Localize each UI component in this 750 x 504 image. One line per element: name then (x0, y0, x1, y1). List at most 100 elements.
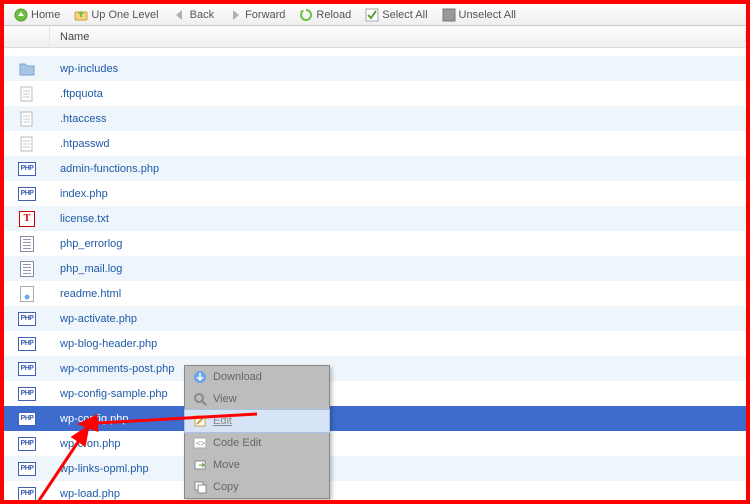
php-icon: PHP (4, 462, 50, 476)
file-name: wp-links-opml.php (50, 463, 746, 475)
ctx-code-edit-label: Code Edit (213, 437, 261, 449)
ctx-view[interactable]: View (185, 388, 329, 410)
file-name: .htpasswd (50, 138, 746, 150)
ctx-edit[interactable]: Edit (185, 410, 329, 432)
reload-button[interactable]: Reload (293, 6, 357, 24)
ctx-code-edit[interactable]: <> Code Edit (185, 432, 329, 454)
home-icon (14, 8, 28, 22)
php-icon: PHP (4, 162, 50, 176)
list-item[interactable]: PHPwp-config.php (4, 406, 746, 431)
select-all-button[interactable]: Select All (359, 6, 433, 24)
php-icon: PHP (4, 487, 50, 501)
forward-icon (228, 8, 242, 22)
ctx-move[interactable]: Move (185, 454, 329, 476)
home-label: Home (31, 9, 60, 21)
file-name: index.php (50, 188, 746, 200)
toolbar: Home Up One Level Back Forward Reload Se… (4, 4, 746, 26)
back-icon (173, 8, 187, 22)
folder-icon (4, 61, 50, 77)
checkbox-empty-icon (442, 8, 456, 22)
ctx-download[interactable]: Download (185, 366, 329, 388)
list-item[interactable]: PHPwp-activate.php (4, 306, 746, 331)
edit-icon (193, 414, 207, 428)
forward-button[interactable]: Forward (222, 6, 291, 24)
file-name: .ftpquota (50, 88, 746, 100)
ctx-download-label: Download (213, 371, 262, 383)
file-listing: wp-includes.ftpquota.htaccess.htpasswdPH… (4, 48, 746, 504)
column-header-name[interactable]: Name (50, 31, 746, 43)
php-icon: PHP (4, 337, 50, 351)
list-item[interactable]: php_mail.log (4, 256, 746, 281)
ctx-move-label: Move (213, 459, 240, 471)
ctx-copy[interactable]: Copy (185, 476, 329, 498)
list-item[interactable]: wp-includes (4, 56, 746, 81)
home-button[interactable]: Home (8, 6, 66, 24)
list-item[interactable]: PHPwp-blog-header.php (4, 331, 746, 356)
file-name: admin-functions.php (50, 163, 746, 175)
file-name: php_errorlog (50, 238, 746, 250)
list-item[interactable]: PHPwp-comments-post.php (4, 356, 746, 381)
checkbox-checked-icon (365, 8, 379, 22)
forward-label: Forward (245, 9, 285, 21)
file-icon (4, 136, 50, 152)
log-icon (4, 261, 50, 277)
php-icon: PHP (4, 187, 50, 201)
file-name: wp-config-sample.php (50, 388, 746, 400)
list-item[interactable]: PHPwp-links-opml.php (4, 456, 746, 481)
list-item[interactable]: php_errorlog (4, 231, 746, 256)
unselect-all-button[interactable]: Unselect All (436, 6, 522, 24)
php-icon: PHP (4, 412, 50, 426)
php-icon: PHP (4, 312, 50, 326)
file-name: license.txt (50, 213, 746, 225)
file-name: wp-cron.php (50, 438, 746, 450)
php-icon: PHP (4, 437, 50, 451)
list-item[interactable]: PHPwp-load.php (4, 481, 746, 504)
up-label: Up One Level (91, 9, 158, 21)
file-name: wp-config.php (50, 413, 746, 425)
reload-label: Reload (316, 9, 351, 21)
context-menu: Download View Edit <> Code Edit Move Cop… (184, 365, 330, 499)
file-name: wp-load.php (50, 488, 746, 500)
ctx-copy-label: Copy (213, 481, 239, 493)
list-item[interactable]: PHPwp-config-sample.php (4, 381, 746, 406)
file-icon (4, 111, 50, 127)
list-item[interactable]: .htaccess (4, 106, 746, 131)
file-name: wp-blog-header.php (50, 338, 746, 350)
svg-text:<>: <> (196, 439, 206, 448)
folder-up-icon (74, 8, 88, 22)
column-header-row: Name (4, 26, 746, 48)
back-label: Back (190, 9, 214, 21)
back-button[interactable]: Back (167, 6, 220, 24)
file-name: readme.html (50, 288, 746, 300)
reload-icon (299, 8, 313, 22)
list-item[interactable]: .ftpquota (4, 81, 746, 106)
up-button[interactable]: Up One Level (68, 6, 164, 24)
ctx-view-label: View (213, 393, 237, 405)
list-item[interactable] (4, 48, 746, 56)
txt-icon: T (4, 211, 50, 227)
unselect-all-label: Unselect All (459, 9, 516, 21)
ctx-edit-label: Edit (213, 415, 232, 427)
move-icon (193, 458, 207, 472)
file-icon (4, 86, 50, 102)
log-icon (4, 236, 50, 252)
file-name: wp-activate.php (50, 313, 746, 325)
code-edit-icon: <> (193, 436, 207, 450)
php-icon: PHP (4, 362, 50, 376)
select-all-label: Select All (382, 9, 427, 21)
list-item[interactable]: Tlicense.txt (4, 206, 746, 231)
file-name: wp-includes (50, 63, 746, 75)
list-item[interactable]: PHPindex.php (4, 181, 746, 206)
column-header-icon[interactable] (4, 26, 50, 47)
file-name: .htaccess (50, 113, 746, 125)
view-icon (193, 392, 207, 406)
download-icon (193, 370, 207, 384)
file-name: wp-comments-post.php (50, 363, 746, 375)
list-item[interactable]: .htpasswd (4, 131, 746, 156)
copy-icon (193, 480, 207, 494)
php-icon: PHP (4, 387, 50, 401)
html-icon (4, 286, 50, 302)
list-item[interactable]: readme.html (4, 281, 746, 306)
list-item[interactable]: PHPwp-cron.php (4, 431, 746, 456)
list-item[interactable]: PHPadmin-functions.php (4, 156, 746, 181)
